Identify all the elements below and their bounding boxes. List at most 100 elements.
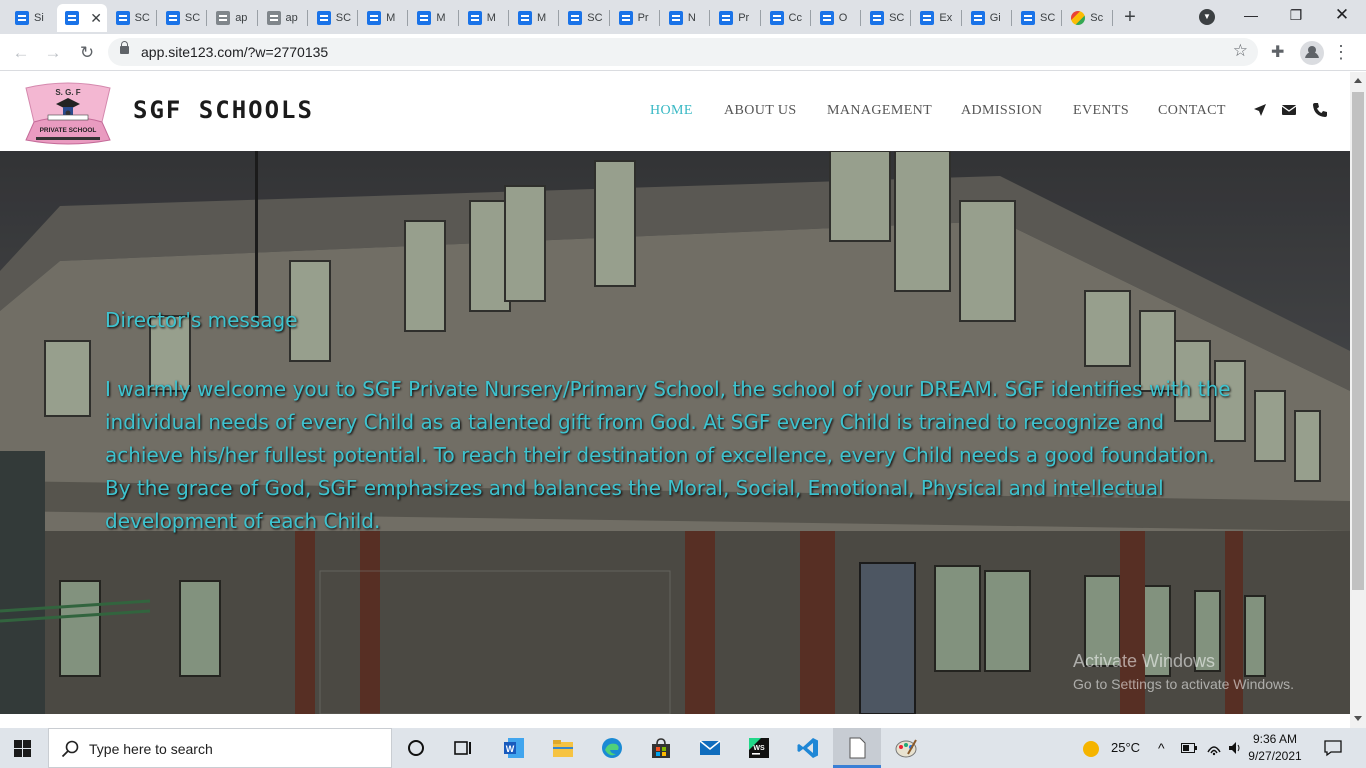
nav-management[interactable]: MANAGEMENT	[827, 103, 932, 119]
tab-label: Gi	[989, 12, 1001, 24]
scroll-up-icon[interactable]	[1354, 78, 1362, 83]
minimize-icon[interactable]: —	[1241, 5, 1261, 25]
lock-icon[interactable]	[120, 41, 129, 54]
taskbar-clock[interactable]: 9:36 AM 9/27/2021	[1244, 731, 1306, 765]
browser-tab[interactable]: Pr	[711, 4, 761, 32]
search-placeholder[interactable]: Type here to search	[89, 741, 213, 757]
tab-label: SC	[184, 12, 201, 24]
reload-icon[interactable]: ↻	[76, 42, 98, 64]
browser-tab[interactable]: SC	[108, 4, 158, 32]
phone-icon[interactable]	[1312, 102, 1328, 118]
browser-menu-icon[interactable]: ⋮	[1332, 42, 1350, 62]
profile-avatar-icon[interactable]	[1300, 41, 1324, 65]
browser-tab[interactable]: SC	[309, 4, 359, 32]
tab-separator	[357, 10, 359, 26]
restore-icon[interactable]: ❐	[1286, 5, 1306, 25]
hero-message: I warmly welcome you to SGF Private Nurs…	[105, 377, 1231, 533]
tab-label: SC	[1040, 12, 1056, 24]
browser-tab[interactable]: ✕	[57, 4, 108, 32]
location-arrow-icon[interactable]	[1252, 102, 1268, 118]
browser-tab[interactable]: Pr	[611, 4, 661, 32]
browser-tab[interactable]: M	[359, 4, 409, 32]
mail-icon[interactable]	[698, 736, 722, 760]
browser-tab[interactable]: SC	[1013, 4, 1063, 32]
windows-start-icon[interactable]	[14, 740, 31, 757]
nav-admission[interactable]: ADMISSION	[961, 103, 1042, 119]
browser-tab[interactable]: Gi	[963, 4, 1013, 32]
forward-icon[interactable]: →	[42, 42, 64, 64]
webstorm-icon[interactable]: WS	[747, 736, 771, 760]
tab-separator	[910, 10, 912, 26]
cortana-icon[interactable]	[404, 736, 428, 760]
extensions-puzzle-icon[interactable]: ✚	[1271, 42, 1284, 62]
taskbar-search-box[interactable]: Type here to search	[48, 728, 392, 768]
browser-tab[interactable]: M	[510, 4, 560, 32]
scroll-thumb[interactable]	[1352, 92, 1364, 590]
logo-bottom-text: PRIVATE SCHOOL	[40, 127, 97, 134]
browser-tab[interactable]: M	[460, 4, 510, 32]
browser-tab[interactable]: ap	[208, 4, 258, 32]
envelope-icon[interactable]	[1281, 102, 1297, 118]
nav-events[interactable]: EVENTS	[1073, 103, 1129, 119]
browser-tab[interactable]: SC	[158, 4, 208, 32]
site123-icon	[920, 11, 935, 25]
tray-chevron-icon[interactable]: ^	[1158, 740, 1165, 756]
search-icon	[61, 740, 79, 758]
browser-tab[interactable]: Sc	[1063, 4, 1113, 32]
volume-icon[interactable]	[1227, 740, 1243, 756]
tab-label: M	[537, 12, 547, 24]
scroll-down-icon[interactable]	[1354, 716, 1362, 721]
nav-about-us[interactable]: ABOUT US	[724, 103, 797, 119]
weather-sun-icon[interactable]	[1082, 740, 1100, 758]
address-bar[interactable]: app.site123.com/?w=2770135 ☆	[108, 38, 1258, 66]
close-tab-icon[interactable]: ✕	[90, 10, 102, 27]
browser-tab[interactable]: Cc	[762, 4, 812, 32]
task-view-icon[interactable]	[451, 736, 475, 760]
tab-separator	[206, 10, 208, 26]
clock-date: 9/27/2021	[1248, 749, 1302, 763]
tab-label: Sc	[1090, 12, 1104, 24]
tab-separator	[608, 10, 610, 26]
tab-separator	[658, 10, 660, 26]
site123-icon	[417, 11, 432, 25]
paint-icon[interactable]	[894, 736, 918, 760]
notification-center-icon[interactable]	[1324, 739, 1342, 757]
new-tab-button[interactable]: +	[1119, 6, 1141, 28]
school-logo[interactable]: S. G. F PRIVATE SCHOOL	[18, 82, 118, 145]
vscode-icon[interactable]	[796, 736, 820, 760]
tab-search-icon[interactable]: ▼	[1199, 9, 1215, 25]
store-icon[interactable]	[649, 736, 673, 760]
browser-tab[interactable]: SC	[862, 4, 912, 32]
browser-tab[interactable]: SC	[560, 4, 610, 32]
browser-tab[interactable]: ap	[259, 4, 309, 32]
wifi-icon[interactable]	[1206, 740, 1222, 756]
nav-home[interactable]: HOME	[650, 103, 693, 119]
tab-label: SC	[889, 12, 905, 24]
browser-tab[interactable]: Ex	[912, 4, 962, 32]
bookmark-star-icon[interactable]: ☆	[1233, 41, 1248, 61]
page-bottom-strip	[0, 714, 1350, 728]
nav-contact[interactable]: CONTACT	[1158, 103, 1226, 119]
browser-tab[interactable]: O	[812, 4, 862, 32]
page-scrollbar[interactable]	[1350, 72, 1366, 728]
browser-tab[interactable]: N	[661, 4, 711, 32]
site123-icon	[769, 11, 784, 25]
word-icon[interactable]: W	[502, 736, 526, 760]
hero-title: Director's message	[105, 308, 298, 332]
site-brand-title[interactable]: SGF SCHOOLS	[133, 96, 314, 124]
file-explorer-icon[interactable]	[551, 736, 575, 760]
site123-icon	[668, 11, 683, 25]
browser-tab[interactable]: Si	[7, 4, 57, 32]
site123-icon	[870, 11, 885, 25]
close-window-icon[interactable]: ✕	[1332, 5, 1352, 25]
browser-tab[interactable]: M	[409, 4, 459, 32]
edge-icon[interactable]	[600, 736, 624, 760]
battery-icon[interactable]	[1181, 743, 1197, 753]
tab-separator	[457, 10, 459, 26]
url-text[interactable]: app.site123.com/?w=2770135	[141, 44, 328, 60]
back-icon[interactable]: ←	[10, 42, 32, 64]
tab-separator	[1061, 10, 1063, 26]
notepad-icon[interactable]	[845, 736, 869, 760]
tab-separator	[960, 10, 962, 26]
weather-temperature[interactable]: 25°C	[1111, 740, 1140, 755]
